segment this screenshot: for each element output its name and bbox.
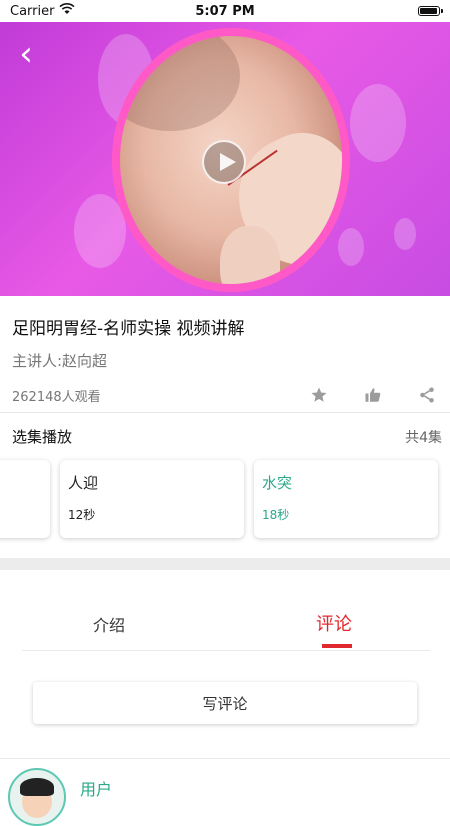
divider xyxy=(0,412,450,413)
episode-name: 人迎 xyxy=(68,474,99,492)
divider xyxy=(22,650,430,651)
section-separator xyxy=(0,558,450,570)
back-icon[interactable]: ‹ xyxy=(12,37,40,71)
episode-card[interactable] xyxy=(0,460,50,538)
carrier-label: Carrier xyxy=(10,3,55,19)
tab-comments[interactable]: 评论 xyxy=(316,610,352,636)
tab-intro[interactable]: 介绍 xyxy=(93,612,125,636)
lecturer-name: 主讲人:赵向超 xyxy=(12,352,108,370)
status-left: Carrier xyxy=(10,3,76,19)
decor-bubble xyxy=(394,218,416,250)
user-name: 用户 xyxy=(80,780,113,799)
avatar xyxy=(8,768,66,826)
course-title: 足阳明胃经-名师实操 视频讲解 xyxy=(12,319,245,339)
episode-name: 水突 xyxy=(262,474,293,492)
tab-indicator xyxy=(322,644,352,648)
episode-duration: 12秒 xyxy=(68,508,96,522)
write-comment-button[interactable]: 写评论 xyxy=(33,682,417,724)
episodes-header: 选集播放 xyxy=(12,428,73,446)
wifi-icon xyxy=(59,3,76,19)
star-icon[interactable] xyxy=(308,384,330,406)
episode-duration: 18秒 xyxy=(262,508,290,522)
thumbs-up-icon[interactable] xyxy=(362,384,384,406)
divider xyxy=(0,758,450,759)
share-icon[interactable] xyxy=(416,384,438,406)
video-player[interactable]: ‹ xyxy=(0,22,450,296)
decor-bubble xyxy=(350,84,406,162)
episode-card-selected[interactable]: 水突 18秒 xyxy=(254,460,438,538)
battery-icon xyxy=(418,6,443,16)
status-bar: Carrier 5:07 PM xyxy=(0,0,450,22)
episodes-count: 共4集 xyxy=(405,430,442,446)
episode-card[interactable]: 人迎 12秒 xyxy=(60,460,244,538)
play-icon[interactable] xyxy=(202,140,246,184)
view-count: 262148人观看 xyxy=(12,390,101,405)
